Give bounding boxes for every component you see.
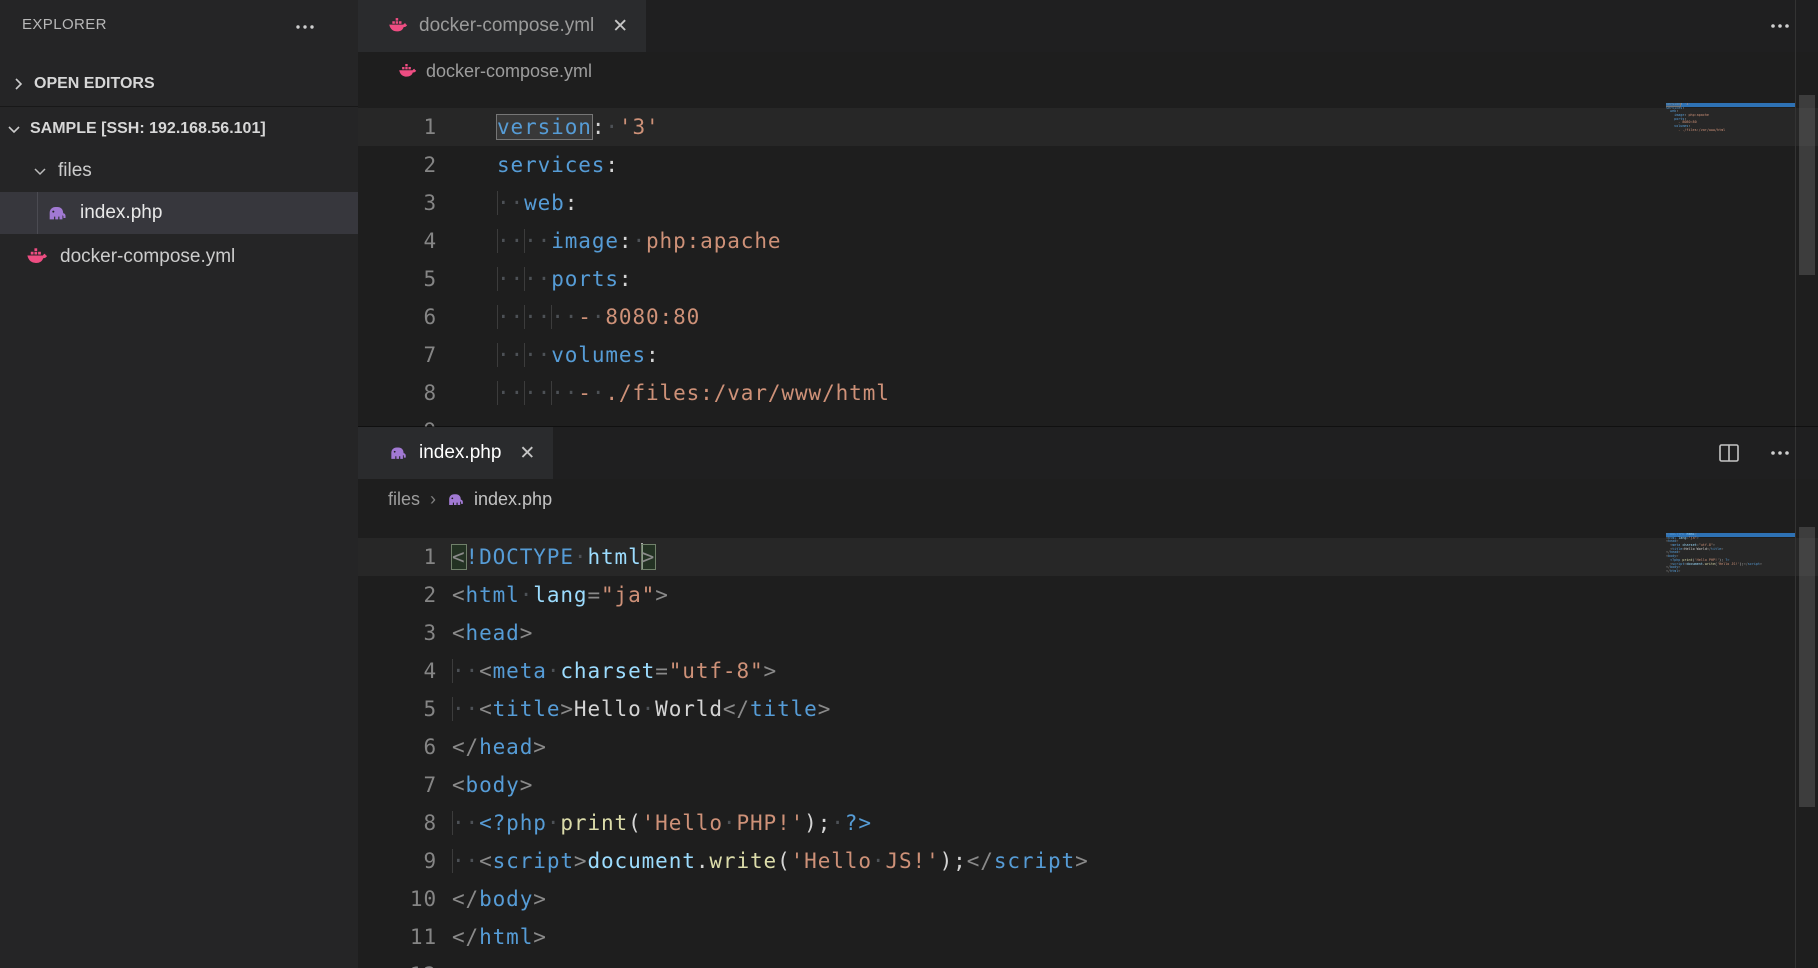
code-line[interactable]: 6······-·8080:80 bbox=[358, 298, 1818, 336]
line-number: 2 bbox=[358, 146, 437, 184]
close-icon[interactable]: ✕ bbox=[519, 444, 535, 463]
code-line[interactable]: 9 bbox=[358, 412, 1818, 427]
php-icon bbox=[446, 490, 465, 509]
line-number: 9 bbox=[358, 842, 437, 880]
line-number: 11 bbox=[358, 918, 437, 956]
sidebar-section-workspace[interactable]: SAMPLE [SSH: 192.168.56.101] bbox=[0, 106, 358, 150]
open-editors-label: OPEN EDITORS bbox=[34, 75, 155, 93]
code-line[interactable]: 4··<meta·charset="utf-8"> bbox=[358, 652, 1818, 690]
line-number: 9 bbox=[358, 412, 437, 427]
explorer-more-actions-icon[interactable] bbox=[294, 16, 316, 38]
explorer-header: EXPLORER bbox=[0, 0, 358, 52]
tab-bar-top: docker-compose.yml ✕ bbox=[358, 0, 1818, 52]
explorer-sidebar: EXPLORER OPEN EDITORS SAMPLE [SSH: 192.1… bbox=[0, 0, 358, 968]
docker-icon bbox=[398, 62, 417, 81]
chevron-right-icon bbox=[10, 76, 26, 92]
line-number: 12 bbox=[358, 956, 437, 968]
editor-more-actions-icon[interactable] bbox=[1768, 14, 1792, 38]
breadcrumb[interactable]: docker-compose.yml bbox=[358, 52, 1818, 90]
code-line[interactable]: 3<head> bbox=[358, 614, 1818, 652]
explorer-title: EXPLORER bbox=[22, 16, 107, 33]
code-line[interactable]: 7<body> bbox=[358, 766, 1818, 804]
sidebar-item-files-folder[interactable]: files bbox=[0, 150, 358, 192]
line-number: 4 bbox=[358, 222, 437, 260]
code-line[interactable]: 4····image:·php:apache bbox=[358, 222, 1818, 260]
breadcrumb-file[interactable]: index.php bbox=[474, 489, 552, 510]
line-number: 8 bbox=[358, 804, 437, 842]
breadcrumb[interactable]: files › index.php bbox=[358, 479, 1818, 519]
line-number: 1 bbox=[358, 538, 437, 576]
code-line[interactable]: 11</html> bbox=[358, 918, 1818, 956]
tree-indent-guide bbox=[37, 192, 38, 234]
minimap[interactable]: version: '3'services: web: image: php:ap… bbox=[1666, 103, 1795, 136]
code-line[interactable]: 2services: bbox=[358, 146, 1818, 184]
tab-label: docker-compose.yml bbox=[419, 15, 594, 37]
php-icon bbox=[46, 202, 68, 224]
close-icon[interactable]: ✕ bbox=[612, 17, 628, 36]
line-number: 3 bbox=[358, 614, 437, 652]
line-number: 10 bbox=[358, 880, 437, 918]
minimap-border bbox=[1795, 427, 1796, 968]
line-number: 6 bbox=[358, 728, 437, 766]
breadcrumb-file[interactable]: docker-compose.yml bbox=[426, 61, 592, 82]
code-line[interactable]: 1<!DOCTYPE·html> bbox=[358, 538, 1818, 576]
docker-icon bbox=[388, 16, 408, 36]
sidebar-item-index-php[interactable]: index.php bbox=[0, 192, 358, 234]
code-line[interactable]: 8······-·./files:/var/www/html bbox=[358, 374, 1818, 412]
editor-group-top: docker-compose.yml ✕ docker-compose.yml … bbox=[358, 0, 1818, 427]
sidebar-section-open-editors[interactable]: OPEN EDITORS bbox=[0, 62, 358, 106]
line-number: 7 bbox=[358, 336, 437, 374]
docker-compose-label: docker-compose.yml bbox=[60, 246, 235, 268]
index-php-label: index.php bbox=[80, 202, 162, 224]
split-editor-icon[interactable] bbox=[1716, 440, 1742, 466]
code-line[interactable]: 5····ports: bbox=[358, 260, 1818, 298]
vertical-scrollbar[interactable] bbox=[1799, 95, 1815, 275]
code-line[interactable]: 6</head> bbox=[358, 728, 1818, 766]
line-number: 8 bbox=[358, 374, 437, 412]
editor-group-bottom: index.php ✕ files › index.php 1<!DOCTYPE… bbox=[358, 427, 1818, 968]
line-number: 6 bbox=[358, 298, 437, 336]
line-number: 4 bbox=[358, 652, 437, 690]
vertical-scrollbar[interactable] bbox=[1799, 527, 1815, 807]
chevron-right-icon: › bbox=[430, 489, 436, 510]
editor-more-actions-icon[interactable] bbox=[1768, 441, 1792, 465]
chevron-down-icon bbox=[32, 163, 48, 179]
code-line[interactable]: 3··web: bbox=[358, 184, 1818, 222]
tab-docker-compose[interactable]: docker-compose.yml ✕ bbox=[358, 0, 646, 52]
minimap-border bbox=[1795, 0, 1796, 427]
files-folder-label: files bbox=[58, 160, 92, 182]
php-icon bbox=[388, 443, 408, 463]
code-line[interactable]: 12 bbox=[358, 956, 1818, 968]
tab-bar-bottom: index.php ✕ bbox=[358, 427, 1818, 479]
line-number: 2 bbox=[358, 576, 437, 614]
line-number: 3 bbox=[358, 184, 437, 222]
code-editor-docker-compose[interactable]: 1version:·'3'2services:3··web:4····image… bbox=[358, 90, 1818, 427]
code-line[interactable]: 7····volumes: bbox=[358, 336, 1818, 374]
line-number: 1 bbox=[358, 108, 437, 146]
code-line[interactable]: 2<html·lang="ja"> bbox=[358, 576, 1818, 614]
breadcrumb-folder[interactable]: files bbox=[388, 489, 420, 510]
minimap[interactable]: <!DOCTYPE html><html lang="ja"><head> <m… bbox=[1666, 533, 1795, 577]
tab-index-php[interactable]: index.php ✕ bbox=[358, 427, 553, 479]
code-line[interactable]: 1version:·'3' bbox=[358, 108, 1818, 146]
line-number: 5 bbox=[358, 260, 437, 298]
line-number: 5 bbox=[358, 690, 437, 728]
docker-icon bbox=[26, 246, 48, 268]
sidebar-item-docker-compose[interactable]: docker-compose.yml bbox=[0, 236, 358, 278]
workspace-label: SAMPLE [SSH: 192.168.56.101] bbox=[30, 120, 266, 138]
code-line[interactable]: 9··<script>document.write('Hello·JS!');<… bbox=[358, 842, 1818, 880]
chevron-down-icon bbox=[6, 121, 22, 137]
code-line[interactable]: 5··<title>Hello·World</title> bbox=[358, 690, 1818, 728]
code-line[interactable]: 10</body> bbox=[358, 880, 1818, 918]
code-editor-index-php[interactable]: 1<!DOCTYPE·html>2<html·lang="ja">3<head>… bbox=[358, 519, 1818, 968]
line-number: 7 bbox=[358, 766, 437, 804]
code-line[interactable]: 8··<?php·print('Hello·PHP!');·?> bbox=[358, 804, 1818, 842]
tab-label: index.php bbox=[419, 442, 501, 464]
